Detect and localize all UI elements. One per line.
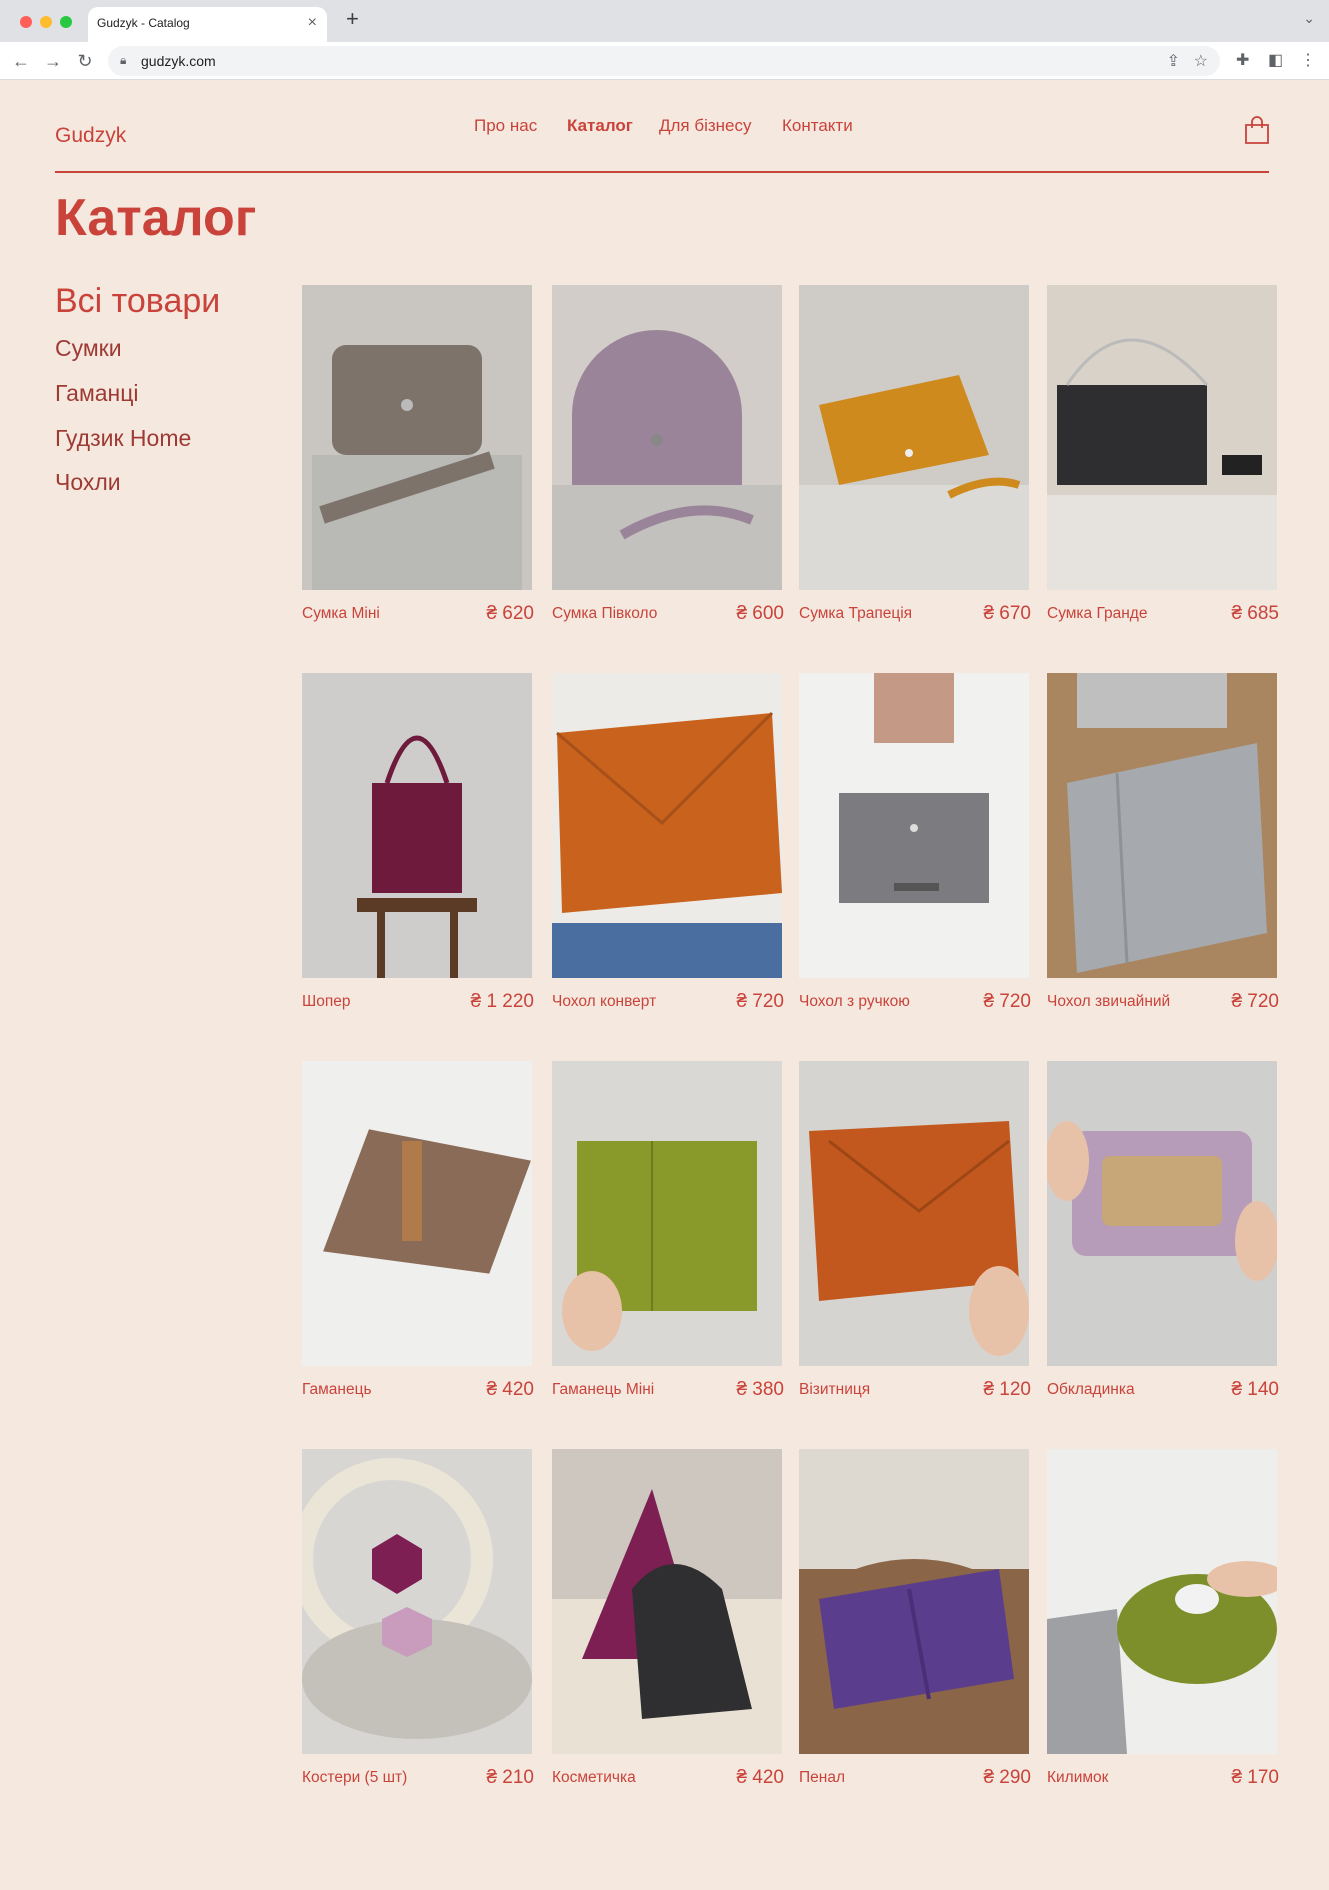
new-tab-icon[interactable]: + xyxy=(346,8,359,30)
minimize-window-button[interactable] xyxy=(40,16,52,28)
product-name[interactable]: Сумка Півколо xyxy=(552,605,657,623)
reload-icon[interactable]: ↻ xyxy=(72,48,98,74)
close-window-button[interactable] xyxy=(20,16,32,28)
product-image[interactable] xyxy=(1047,1449,1277,1754)
side-panel-icon[interactable]: ◧ xyxy=(1268,50,1283,70)
product-image[interactable] xyxy=(552,1061,782,1366)
product-price: ₴ 600 xyxy=(736,603,784,624)
product-name[interactable]: Костери (5 шт) xyxy=(302,1769,407,1787)
product-price: ₴ 210 xyxy=(486,1767,534,1788)
product-price: ₴ 720 xyxy=(983,991,1031,1012)
star-icon[interactable]: ☆ xyxy=(1194,51,1208,71)
product-image[interactable] xyxy=(552,285,782,590)
product-image[interactable] xyxy=(302,673,532,978)
sidebar-item-wallets[interactable]: Гаманці xyxy=(55,380,139,407)
browser-tab-bar: Gudzyk - Catalog × + ⌄ xyxy=(0,0,1329,42)
browser-toolbar: ← → ↻ 🔒︎ gudzyk.com ⇪ ☆ ✚ ◧ ⋮ xyxy=(0,42,1329,80)
product-photo xyxy=(1047,673,1277,978)
share-icon[interactable]: ⇪ xyxy=(1167,51,1180,71)
product-price: ₴ 670 xyxy=(983,603,1031,624)
forward-icon[interactable]: → xyxy=(40,48,66,74)
extensions-icon[interactable]: ✚ xyxy=(1236,50,1249,70)
product-price: ₴ 720 xyxy=(736,991,784,1012)
product-name[interactable]: Сумка Гранде xyxy=(1047,605,1147,623)
browser-tab[interactable]: Gudzyk - Catalog × xyxy=(88,7,327,42)
product-name[interactable]: Гаманець xyxy=(302,1381,372,1399)
nav-contacts[interactable]: Контакти xyxy=(782,116,853,136)
product-name[interactable]: Чохол звичайний xyxy=(1047,993,1170,1011)
product-name[interactable]: Килимок xyxy=(1047,1769,1108,1787)
header-divider xyxy=(55,171,1269,173)
cart-icon[interactable] xyxy=(1244,116,1270,144)
product-price: ₴ 120 xyxy=(983,1379,1031,1400)
tab-title: Gudzyk - Catalog xyxy=(97,16,190,30)
nav-business[interactable]: Для бізнесу xyxy=(659,116,752,136)
product-photo xyxy=(1047,285,1277,590)
window-controls xyxy=(20,16,72,28)
product-photo xyxy=(552,1061,782,1366)
product-name[interactable]: Чохол з ручкою xyxy=(799,993,910,1011)
chevron-down-icon[interactable]: ⌄ xyxy=(1303,10,1315,27)
site-logo[interactable]: Gudzyk xyxy=(55,124,126,148)
address-bar[interactable]: 🔒︎ gudzyk.com ⇪ ☆ xyxy=(108,46,1220,76)
product-price: ₴ 420 xyxy=(736,1767,784,1788)
product-name[interactable]: Шопер xyxy=(302,993,350,1011)
product-photo xyxy=(799,285,1029,590)
product-image[interactable] xyxy=(302,1449,532,1754)
product-name[interactable]: Чохол конверт xyxy=(552,993,656,1011)
product-price: ₴ 720 xyxy=(1231,991,1279,1012)
product-photo xyxy=(799,1449,1029,1754)
product-photo xyxy=(799,1061,1029,1366)
product-photo xyxy=(302,1061,532,1366)
menu-icon[interactable]: ⋮ xyxy=(1300,50,1316,70)
product-image[interactable] xyxy=(552,673,782,978)
tab-close-icon[interactable]: × xyxy=(308,14,317,32)
product-photo xyxy=(552,1449,782,1754)
url-text: gudzyk.com xyxy=(141,53,216,69)
lock-icon: 🔒︎ xyxy=(120,53,127,67)
page-title: Каталог xyxy=(55,189,257,247)
product-image[interactable] xyxy=(799,673,1029,978)
product-photo xyxy=(552,673,782,978)
sidebar-item-home[interactable]: Гудзик Home xyxy=(55,425,191,452)
product-price: ₴ 420 xyxy=(486,1379,534,1400)
product-photo xyxy=(1047,1061,1277,1366)
product-photo xyxy=(302,1449,532,1754)
product-price: ₴ 290 xyxy=(983,1767,1031,1788)
product-image[interactable] xyxy=(302,285,532,590)
product-photo xyxy=(302,285,532,590)
product-image[interactable] xyxy=(302,1061,532,1366)
product-photo xyxy=(799,673,1029,978)
nav-catalog[interactable]: Каталог xyxy=(567,116,633,136)
product-name[interactable]: Сумка Трапеція xyxy=(799,605,912,623)
product-photo xyxy=(302,673,532,978)
product-name[interactable]: Сумка Міні xyxy=(302,605,380,623)
product-name[interactable]: Візитниця xyxy=(799,1381,870,1399)
sidebar-item-bags[interactable]: Сумки xyxy=(55,335,122,362)
sidebar-item-cases[interactable]: Чохли xyxy=(55,469,121,496)
nav-about[interactable]: Про нас xyxy=(474,116,537,136)
product-name[interactable]: Обкладинка xyxy=(1047,1381,1135,1399)
product-name[interactable]: Пенал xyxy=(799,1769,845,1787)
product-image[interactable] xyxy=(552,1449,782,1754)
product-price: ₴ 380 xyxy=(736,1379,784,1400)
product-price: ₴ 685 xyxy=(1231,603,1279,624)
product-image[interactable] xyxy=(1047,1061,1277,1366)
product-image[interactable] xyxy=(799,285,1029,590)
product-price: ₴ 620 xyxy=(486,603,534,624)
product-price: ₴ 170 xyxy=(1231,1767,1279,1788)
product-name[interactable]: Гаманець Міні xyxy=(552,1381,654,1399)
sidebar-item-all[interactable]: Всі товари xyxy=(55,282,220,321)
back-icon[interactable]: ← xyxy=(8,48,34,74)
product-price: ₴ 140 xyxy=(1231,1379,1279,1400)
product-image[interactable] xyxy=(799,1061,1029,1366)
product-name[interactable]: Косметичка xyxy=(552,1769,636,1787)
product-photo xyxy=(1047,1449,1277,1754)
product-image[interactable] xyxy=(1047,285,1277,590)
maximize-window-button[interactable] xyxy=(60,16,72,28)
product-price: ₴ 1 220 xyxy=(470,991,534,1012)
product-photo xyxy=(552,285,782,590)
product-image[interactable] xyxy=(799,1449,1029,1754)
product-image[interactable] xyxy=(1047,673,1277,978)
